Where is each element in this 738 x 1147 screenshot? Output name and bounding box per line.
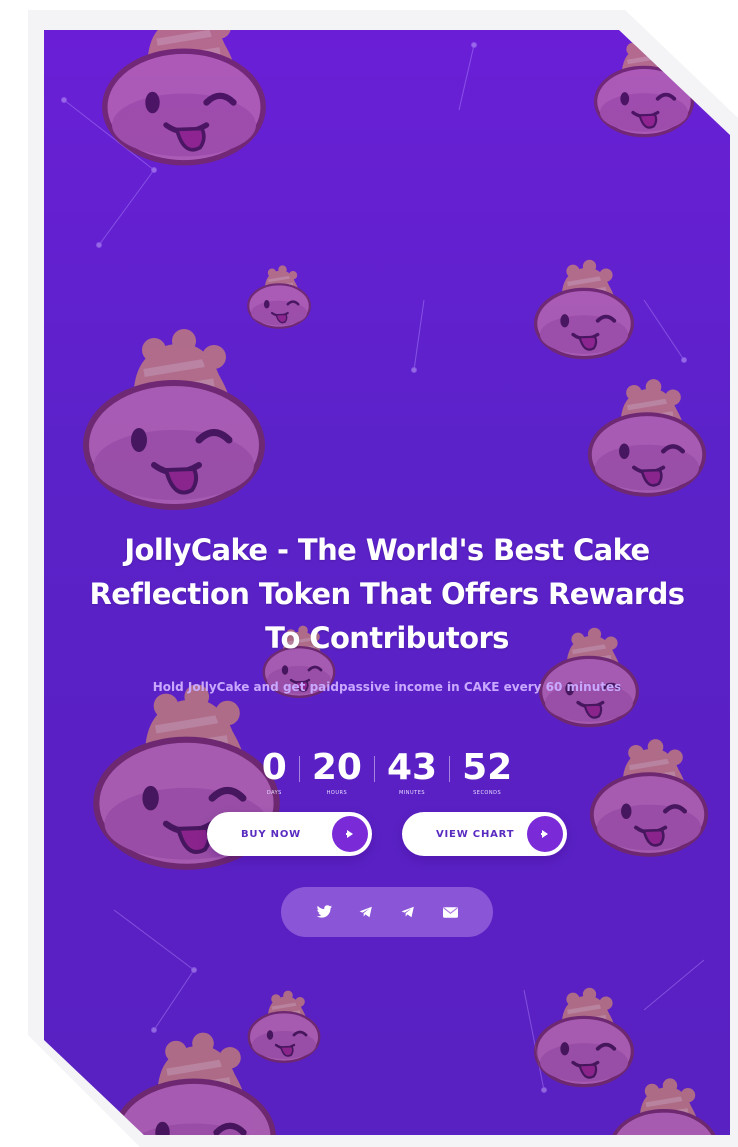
countdown-minutes-label: Minutes <box>398 790 426 796</box>
mascot-illustration <box>604 1070 724 1135</box>
telegram-icon[interactable] <box>399 903 417 921</box>
buy-now-label: BUY NOW <box>241 828 301 840</box>
mascot-illustration <box>94 30 274 170</box>
countdown-hours-label: Hours <box>326 790 348 796</box>
email-icon[interactable] <box>441 903 459 921</box>
buy-now-button[interactable]: BUY NOW <box>207 812 372 856</box>
countdown-seconds-value: 52 <box>462 747 513 788</box>
page-title: JollyCake - The World's Best Cake Reflec… <box>47 528 727 660</box>
countdown-minutes: 43 Minutes <box>375 747 449 797</box>
arrow-right-icon <box>332 816 368 852</box>
countdown-seconds: 52 Seconds <box>450 747 524 797</box>
countdown-minutes-value: 43 <box>386 747 438 788</box>
hero-section: JollyCake - The World's Best Cake Reflec… <box>44 30 730 1135</box>
hero-text: JollyCake - The World's Best Cake Reflec… <box>44 528 730 694</box>
view-chart-label: VIEW CHART <box>436 828 515 840</box>
title-line: To Contributors <box>265 621 509 655</box>
countdown-seconds-label: Seconds <box>473 790 502 796</box>
hero-actions: BUY NOW VIEW CHART <box>44 812 730 856</box>
countdown-hours-value: 20 <box>311 747 362 788</box>
mascot-illustration <box>104 1020 284 1135</box>
arrow-right-icon <box>527 816 563 852</box>
countdown-hours: 20 Hours <box>300 747 374 797</box>
twitter-icon[interactable] <box>315 903 333 921</box>
telegram-icon[interactable] <box>357 903 375 921</box>
view-chart-button[interactable]: VIEW CHART <box>402 812 567 856</box>
mascot-illustration <box>582 370 712 500</box>
social-links <box>281 887 493 937</box>
title-line: Reflection Token That Offers Rewards <box>89 577 686 611</box>
countdown-timer: 0 Days 20 Hours 43 Minutes 52 Seconds <box>44 747 730 797</box>
mascot-illustration <box>529 252 639 362</box>
title-line: JollyCake - The World's Best Cake <box>124 533 650 567</box>
countdown-days-value: 0 <box>261 747 287 788</box>
hero-subtitle: Hold JollyCake and get paidpassive incom… <box>152 680 622 694</box>
countdown-days-label: Days <box>266 790 282 796</box>
countdown-days: 0 Days <box>250 747 299 797</box>
mascot-illustration <box>74 315 274 515</box>
